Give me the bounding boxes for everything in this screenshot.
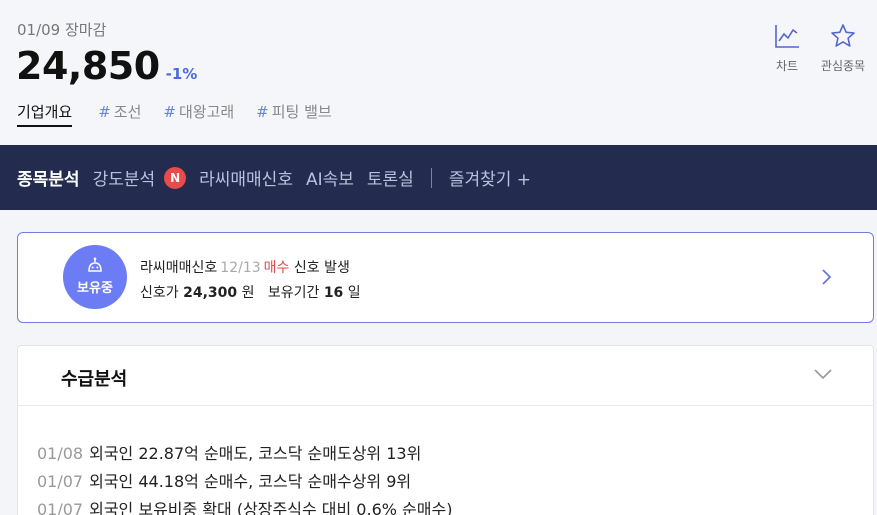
- star-icon: [831, 24, 855, 47]
- tag-fitting-valve[interactable]: # 피팅 밸브: [256, 101, 332, 127]
- hash-icon: #: [98, 103, 111, 121]
- supply-analysis-card: 수급분석 01/08 외국인 22.87억 순매도, 코스닥 순매도상위 13위 …: [17, 345, 874, 515]
- tab-ai-news[interactable]: AI속보: [306, 165, 354, 190]
- signal-price: 24,300: [183, 285, 238, 301]
- chevron-down-icon[interactable]: [813, 368, 833, 380]
- supply-divider: [18, 405, 873, 406]
- tab-company-overview[interactable]: 기업개요: [17, 101, 73, 127]
- nav-divider: [430, 167, 432, 188]
- stock-header: 01/09 장마감 24,850 -1% 기업개요 # 조선 # 대왕고래 # 피팅 …: [0, 0, 877, 145]
- supply-news-list: 01/08 외국인 22.87억 순매도, 코스닥 순매도상위 13위 01/07…: [37, 440, 452, 515]
- tab-rassi-signal[interactable]: 라씨매매신호: [199, 165, 293, 190]
- watchlist-button[interactable]: 관심종목: [815, 22, 871, 74]
- hash-icon: #: [163, 103, 176, 121]
- header-actions: 차트 관심종목: [759, 22, 871, 74]
- market-close-date: 01/09 장마감: [17, 21, 107, 39]
- watchlist-label: 관심종목: [820, 59, 866, 73]
- current-price: 24,850: [16, 44, 160, 88]
- chart-label: 차트: [775, 59, 799, 73]
- tag-daewang-whale[interactable]: # 대왕고래: [163, 101, 234, 127]
- holding-status-text: 보유중: [77, 280, 113, 296]
- signal-detail: 신호가 24,300 원 보유기간 16 일: [140, 285, 361, 301]
- list-item[interactable]: 01/08 외국인 22.87억 순매도, 코스닥 순매도상위 13위: [37, 440, 452, 468]
- tag-row: 기업개요 # 조선 # 대왕고래 # 피팅 밸브: [17, 101, 354, 127]
- chevron-right-icon[interactable]: [821, 267, 833, 287]
- holding-period: 16: [323, 285, 344, 301]
- hash-icon: #: [256, 103, 269, 121]
- trading-signal-card[interactable]: 보유중 라씨매매신호 12/13 매수 신호 발생 신호가 24,300 원 보유기…: [17, 232, 874, 323]
- tab-favorites-add[interactable]: 즐겨찾기 +: [449, 165, 531, 190]
- tab-strength-analysis[interactable]: 강도분석 N: [93, 165, 187, 190]
- chart-button[interactable]: 차트: [759, 22, 815, 74]
- holding-status-badge: 보유중: [63, 245, 127, 309]
- list-item[interactable]: 01/07 외국인 보유비중 확대 (상장주식수 대비 0.6% 순매수): [37, 496, 452, 515]
- analysis-nav: 종목분석 강도분석 N 라씨매매신호 AI속보 토론실 즐겨찾기 +: [0, 145, 877, 210]
- supply-analysis-title: 수급분석: [61, 369, 128, 390]
- new-badge: N: [164, 166, 187, 189]
- tag-shipbuilding[interactable]: # 조선: [98, 101, 141, 127]
- signal-type: 매수: [263, 260, 290, 276]
- line-chart-icon: [775, 25, 799, 48]
- price-change: -1%: [165, 65, 198, 83]
- signal-summary: 라씨매매신호 12/13 매수 신호 발생: [140, 260, 350, 276]
- tab-discussion[interactable]: 토론실: [367, 165, 414, 190]
- robot-icon: [88, 257, 102, 272]
- list-item[interactable]: 01/07 외국인 44.18억 순매수, 코스닥 순매수상위 9위: [37, 468, 452, 496]
- price-line: 24,850 -1%: [16, 44, 197, 88]
- tab-stock-analysis[interactable]: 종목분석: [17, 165, 80, 190]
